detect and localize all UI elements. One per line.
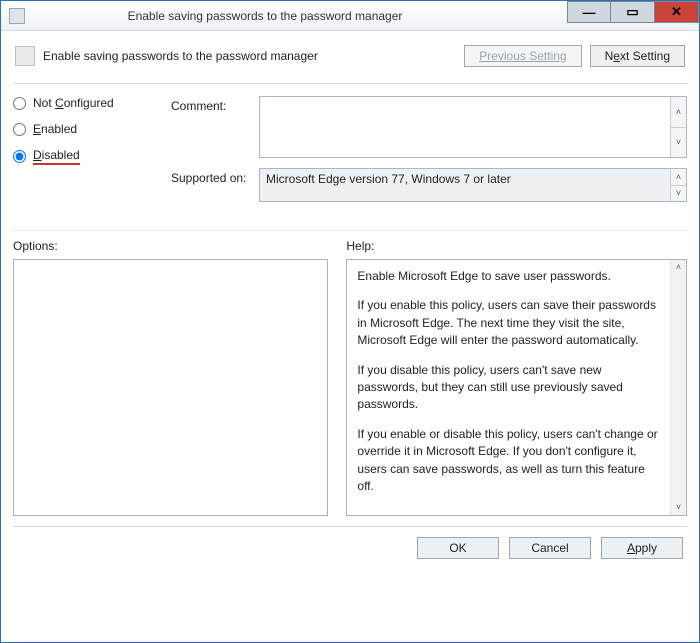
comment-row: Comment: ˄ ˅ <box>171 96 687 158</box>
detail-column: Comment: ˄ ˅ Supported on: Microsoft Edg… <box>171 96 687 212</box>
comment-textarea[interactable]: ˄ ˅ <box>259 96 687 158</box>
options-box <box>13 259 328 516</box>
radio-not-configured[interactable]: Not Configured <box>13 96 153 110</box>
radio-not-configured-label: Not Configured <box>33 96 114 110</box>
help-p4: If you enable or disable this policy, us… <box>357 426 662 496</box>
radio-disabled[interactable]: Disabled <box>13 148 153 165</box>
window-title: Enable saving passwords to the password … <box>0 9 567 23</box>
chevron-up-icon[interactable]: ˄ <box>670 97 686 128</box>
radio-not-configured-input[interactable] <box>13 97 26 110</box>
radio-enabled-label: Enabled <box>33 122 77 136</box>
state-column: Not Configured Enabled Disabled <box>13 96 153 212</box>
supported-row: Supported on: Microsoft Edge version 77,… <box>171 168 687 202</box>
close-button[interactable]: ✕ <box>655 1 699 23</box>
radio-enabled[interactable]: Enabled <box>13 122 153 136</box>
options-label: Options: <box>13 239 328 253</box>
radio-disabled-label: Disabled <box>33 148 80 165</box>
minimize-button[interactable]: — <box>567 1 611 23</box>
help-column: Help: Enable Microsoft Edge to save user… <box>346 235 687 516</box>
comment-scrollbar[interactable]: ˄ ˅ <box>670 97 686 157</box>
supported-value: Microsoft Edge version 77, Windows 7 or … <box>266 172 511 186</box>
options-column: Options: <box>13 235 328 516</box>
lower-panes: Options: Help: Enable Microsoft Edge to … <box>13 230 687 516</box>
footer: OK Cancel Apply <box>13 526 687 563</box>
policy-title: Enable saving passwords to the password … <box>43 49 318 63</box>
help-box: Enable Microsoft Edge to save user passw… <box>346 259 687 516</box>
client-area: Enable saving passwords to the password … <box>1 31 699 573</box>
maximize-button[interactable]: ▭ <box>611 1 655 23</box>
supported-scrollbar[interactable]: ˄ ˅ <box>670 169 686 201</box>
help-p1: Enable Microsoft Edge to save user passw… <box>357 268 662 285</box>
help-p2: If you enable this policy, users can sav… <box>357 297 662 349</box>
supported-label: Supported on: <box>171 168 259 202</box>
header-left: Enable saving passwords to the password … <box>15 46 318 66</box>
help-p3: If you disable this policy, users can't … <box>357 362 662 414</box>
ok-button[interactable]: OK <box>417 537 499 559</box>
chevron-up-icon[interactable]: ˄ <box>670 169 686 186</box>
body: Not Configured Enabled Disabled Comment: <box>13 96 687 212</box>
policy-icon <box>15 46 35 66</box>
radio-enabled-input[interactable] <box>13 123 26 136</box>
cancel-button[interactable]: Cancel <box>509 537 591 559</box>
nav-buttons: Previous Setting Next Setting <box>464 45 685 67</box>
window-buttons: — ▭ ✕ <box>567 1 699 30</box>
chevron-up-icon[interactable]: ˄ <box>671 260 686 276</box>
help-label: Help: <box>346 239 687 253</box>
chevron-down-icon[interactable]: ˅ <box>670 186 686 202</box>
chevron-down-icon[interactable]: ˅ <box>671 499 686 515</box>
radio-disabled-input[interactable] <box>13 150 26 163</box>
apply-button[interactable]: Apply <box>601 537 683 559</box>
header: Enable saving passwords to the password … <box>13 37 687 84</box>
state-radio-group: Not Configured Enabled Disabled <box>13 96 153 165</box>
next-setting-button[interactable]: Next Setting <box>590 45 685 67</box>
chevron-down-icon[interactable]: ˅ <box>670 128 686 158</box>
help-scrollbar[interactable]: ˄ ˅ <box>670 260 686 515</box>
supported-box: Microsoft Edge version 77, Windows 7 or … <box>259 168 687 202</box>
titlebar: Enable saving passwords to the password … <box>1 1 699 31</box>
previous-setting-button: Previous Setting <box>464 45 581 67</box>
comment-label: Comment: <box>171 96 259 158</box>
